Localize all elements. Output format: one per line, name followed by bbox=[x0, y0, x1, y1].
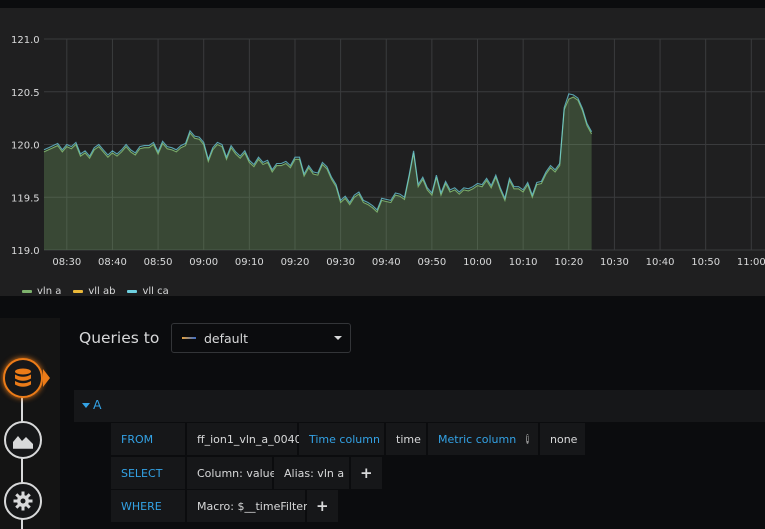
query-row-header[interactable] bbox=[74, 390, 765, 422]
y-tick-label: 119.0 bbox=[11, 246, 40, 257]
x-tick-label: 08:40 bbox=[98, 257, 127, 268]
x-tick-label: 08:30 bbox=[52, 257, 81, 268]
select-row: SELECT Column: value Alias: vln a + bbox=[111, 457, 384, 489]
collapse-caret-icon[interactable] bbox=[82, 403, 90, 408]
datasource-value: default bbox=[204, 330, 248, 346]
x-tick-label: 08:50 bbox=[144, 257, 173, 268]
y-tick-label: 121.0 bbox=[11, 35, 40, 46]
query-letter[interactable]: A bbox=[93, 397, 102, 412]
add-select-button[interactable]: + bbox=[351, 457, 382, 489]
x-tick-label: 10:20 bbox=[554, 257, 583, 268]
where-macro[interactable]: Macro: $__timeFilter bbox=[187, 490, 308, 522]
from-table[interactable]: ff_ion1_vln_a_0040 bbox=[187, 423, 302, 455]
metric-column-value[interactable]: none bbox=[540, 423, 585, 455]
visualization-tab-button[interactable] bbox=[4, 421, 42, 459]
x-tick-label: 10:10 bbox=[509, 257, 538, 268]
legend-swatch bbox=[22, 290, 32, 293]
select-column[interactable]: Column: value bbox=[187, 457, 276, 489]
datasource-select[interactable]: default bbox=[171, 323, 351, 353]
area-chart-icon bbox=[13, 436, 33, 449]
x-tick-label: 10:50 bbox=[691, 257, 720, 268]
from-keyword: FROM bbox=[111, 423, 185, 455]
caret-down-icon bbox=[334, 336, 342, 340]
x-tick-label: 09:10 bbox=[235, 257, 264, 268]
queries-tab-button[interactable] bbox=[3, 358, 43, 398]
x-tick-label: 09:00 bbox=[189, 257, 218, 268]
time-column-value[interactable]: time bbox=[386, 423, 426, 455]
y-tick-label: 120.0 bbox=[11, 141, 40, 152]
x-tick-label: 09:20 bbox=[281, 257, 310, 268]
info-icon[interactable]: i bbox=[526, 434, 529, 444]
x-tick-label: 09:30 bbox=[326, 257, 355, 268]
where-keyword: WHERE bbox=[111, 490, 185, 522]
graph-panel[interactable]: 119.0 119.5 120.0 120.5 121.0 08:30 08:40 08:50… bbox=[0, 8, 765, 297]
metric-column-label: Metric column i bbox=[428, 423, 538, 455]
from-row: FROM ff_ion1_vln_a_0040 Time column time… bbox=[111, 423, 587, 455]
x-tick-label: 10:40 bbox=[646, 257, 675, 268]
metric-column-text: Metric column bbox=[438, 432, 517, 446]
select-alias[interactable]: Alias: vln a bbox=[274, 457, 349, 489]
time-column-label: Time column bbox=[299, 423, 384, 455]
add-where-button[interactable]: + bbox=[307, 490, 338, 522]
x-tick-label: 11:00 bbox=[737, 257, 765, 268]
select-keyword: SELECT bbox=[111, 457, 185, 489]
y-tick-label: 119.5 bbox=[11, 193, 40, 204]
x-tick-label: 10:30 bbox=[600, 257, 629, 268]
x-tick-label: 09:40 bbox=[372, 257, 401, 268]
panel-separator bbox=[0, 296, 765, 318]
database-icon bbox=[15, 368, 31, 387]
graph-chart[interactable]: 119.0 119.5 120.0 120.5 121.0 08:30 08:40 08:50… bbox=[0, 8, 765, 296]
top-strip bbox=[0, 0, 765, 8]
y-tick-label: 120.5 bbox=[11, 88, 40, 99]
active-tab-arrow bbox=[43, 369, 50, 387]
general-tab-button[interactable] bbox=[4, 482, 42, 520]
legend-swatch bbox=[127, 290, 138, 293]
legend-swatch bbox=[73, 290, 84, 293]
x-tick-label: 09:50 bbox=[417, 257, 446, 268]
gear-icon bbox=[13, 491, 33, 511]
x-tick-label: 10:00 bbox=[463, 257, 492, 268]
queries-to-label: Queries to bbox=[79, 329, 160, 347]
datasource-icon bbox=[182, 337, 196, 339]
where-row: WHERE Macro: $__timeFilter + bbox=[111, 490, 340, 522]
